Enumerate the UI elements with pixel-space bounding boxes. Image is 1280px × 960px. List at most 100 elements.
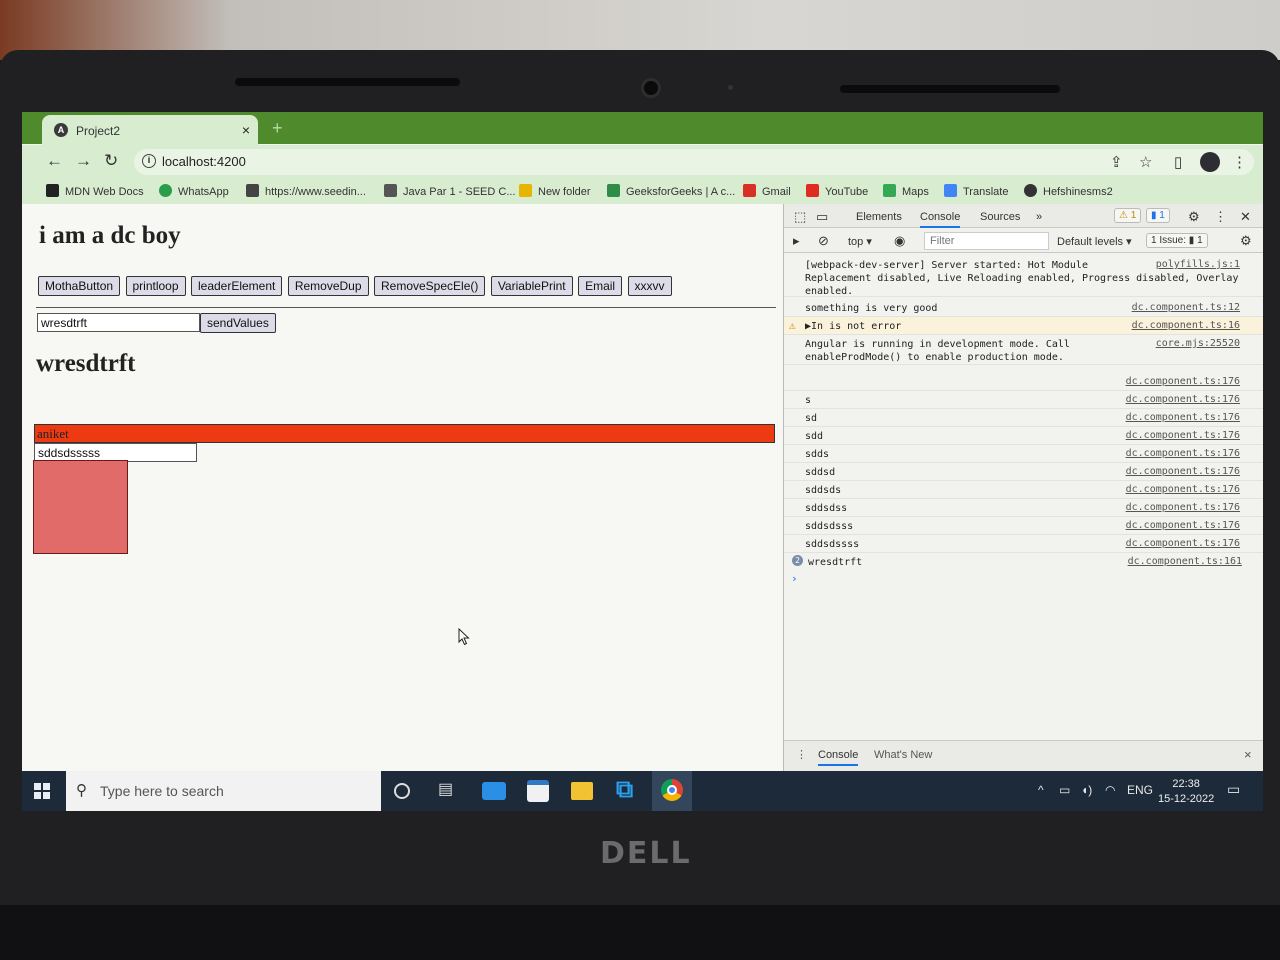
more-tabs-icon[interactable]: » xyxy=(1036,211,1042,223)
close-tab-icon[interactable]: × xyxy=(242,122,250,138)
clear-console-icon[interactable]: ⊘ xyxy=(818,233,829,249)
variable-print-button[interactable]: VariablePrint xyxy=(490,276,573,296)
chrome-taskbar-button[interactable] xyxy=(652,771,692,811)
drawer-tab-whats-new[interactable]: What's New xyxy=(874,749,932,761)
clock[interactable]: 22:38 15-12-2022 xyxy=(1158,777,1214,807)
mdn-icon xyxy=(46,184,59,197)
remove-spec-ele-button[interactable]: RemoveSpecEle() xyxy=(373,276,486,296)
source-link[interactable]: dc.component.ts:176 xyxy=(1126,412,1240,423)
source-link[interactable]: core.mjs:25520 xyxy=(1156,338,1240,349)
store-icon[interactable] xyxy=(527,780,549,802)
console-prompt[interactable]: › xyxy=(791,572,798,585)
log-levels-select[interactable]: Default levels ▾ xyxy=(1057,235,1132,248)
xxxvv-button[interactable]: xxxvv xyxy=(627,276,672,296)
share-icon[interactable]: ⇪ xyxy=(1110,153,1123,171)
drawer-tab-console[interactable]: Console xyxy=(818,749,859,766)
back-icon[interactable]: ← xyxy=(46,151,63,171)
console-message: 2 wresdtrft dc.component.ts:161 xyxy=(784,553,1263,571)
context-select[interactable]: top ▾ xyxy=(848,235,872,248)
web-page: i am a dc boy MothaButton printloop lead… xyxy=(22,204,783,771)
source-link[interactable]: dc.component.ts:176 xyxy=(1126,538,1240,549)
browser-tab[interactable]: A Project2 × xyxy=(42,115,258,145)
source-link[interactable]: polyfills.js:1 xyxy=(1156,259,1240,270)
inspect-element-icon[interactable]: ⬚ xyxy=(794,209,806,225)
console-warning[interactable]: ⚠ ▶In is not error dc.component.ts:16 xyxy=(784,317,1263,335)
cortana-icon[interactable] xyxy=(394,783,410,799)
motha-button[interactable]: MothaButton xyxy=(38,276,121,296)
console-settings-icon[interactable]: ⚙ xyxy=(1240,233,1252,249)
battery-icon[interactable]: ▭ xyxy=(1059,783,1070,797)
bookmark-java[interactable]: Java Par 1 - SEED C... xyxy=(384,184,515,198)
site-info-icon[interactable]: i xyxy=(142,154,156,168)
taskbar-search-box[interactable]: ⚲ Type here to search xyxy=(66,771,381,811)
wifi-icon[interactable]: ◠ xyxy=(1105,783,1115,797)
source-link[interactable]: dc.component.ts:176 xyxy=(1126,466,1240,477)
send-values-button[interactable]: sendValues xyxy=(200,313,276,333)
vscode-icon[interactable]: ⧉ xyxy=(616,776,640,803)
forward-icon[interactable]: → xyxy=(75,151,92,171)
profile-avatar[interactable] xyxy=(1200,152,1220,172)
leader-element-button[interactable]: leaderElement xyxy=(190,276,283,296)
remove-dup-button[interactable]: RemoveDup xyxy=(287,276,369,296)
source-link[interactable]: dc.component.ts:176 xyxy=(1126,376,1240,387)
source-link[interactable]: dc.component.ts:176 xyxy=(1126,520,1240,531)
drawer-close-icon[interactable]: × xyxy=(1244,747,1252,762)
source-link[interactable]: dc.component.ts:12 xyxy=(1132,302,1240,313)
show-hidden-icons-icon[interactable]: ^ xyxy=(1038,783,1044,797)
bookmark-whatsapp[interactable]: WhatsApp xyxy=(159,184,229,198)
bookmark-new-folder[interactable]: New folder xyxy=(519,184,591,198)
bookmark-mdn[interactable]: MDN Web Docs xyxy=(46,184,144,198)
tab-elements[interactable]: Elements xyxy=(856,211,902,223)
windows-taskbar: ⚲ Type here to search ▤ ⧉ ^ ▭ ◖) ◠ ENG 2… xyxy=(22,771,1263,811)
source-link[interactable]: dc.component.ts:176 xyxy=(1126,502,1240,513)
bookmark-youtube[interactable]: YouTube xyxy=(806,184,868,198)
console-filter-input[interactable] xyxy=(924,232,1049,250)
source-link[interactable]: dc.component.ts:176 xyxy=(1126,484,1240,495)
bookmark-gmail[interactable]: Gmail xyxy=(743,184,791,198)
new-tab-icon[interactable]: + xyxy=(272,118,283,139)
bookmark-seedin[interactable]: https://www.seedin... xyxy=(246,184,366,198)
bookmark-hefshinesms2[interactable]: Hefshinesms2 xyxy=(1024,184,1113,198)
file-explorer-icon[interactable] xyxy=(571,782,593,800)
volume-icon[interactable]: ◖) xyxy=(1081,783,1092,797)
settings-gear-icon[interactable]: ⚙ xyxy=(1188,209,1200,225)
device-toolbar-icon[interactable]: ▭ xyxy=(816,209,828,225)
console-toolbar: ▸ ⊘ top ▾ ◉ Default levels ▾ 1 Issue: ▮ … xyxy=(784,229,1263,253)
mail-icon[interactable] xyxy=(482,782,506,800)
tab-console[interactable]: Console xyxy=(920,211,961,228)
live-expression-eye-icon[interactable]: ◉ xyxy=(894,233,905,249)
menu-kebab-icon[interactable]: ⋮ xyxy=(1232,153,1247,171)
warning-icon: ⚠ xyxy=(789,319,796,332)
warning-badge[interactable]: ⚠ 1 xyxy=(1114,208,1142,223)
side-panel-icon[interactable]: ▯ xyxy=(1174,153,1182,171)
bookmark-star-icon[interactable]: ☆ xyxy=(1139,153,1152,171)
source-link[interactable]: dc.component.ts:176 xyxy=(1126,394,1240,405)
close-devtools-icon[interactable]: ✕ xyxy=(1240,209,1251,225)
task-view-icon[interactable]: ▤ xyxy=(438,779,462,803)
translate-icon xyxy=(944,184,957,197)
windows-start-icon[interactable] xyxy=(34,783,50,799)
source-link[interactable]: dc.component.ts:16 xyxy=(1132,320,1240,331)
sidebar-toggle-icon[interactable]: ▸ xyxy=(793,233,800,249)
folder-icon xyxy=(519,184,532,197)
drawer-menu-icon[interactable]: ⋮ xyxy=(796,748,807,761)
issues-badge[interactable]: 1 Issue: ▮ 1 xyxy=(1146,233,1208,248)
bookmark-maps[interactable]: Maps xyxy=(883,184,929,198)
message-badge[interactable]: ▮ 1 xyxy=(1146,208,1170,223)
source-link[interactable]: dc.component.ts:176 xyxy=(1126,430,1240,441)
printloop-button[interactable]: printloop xyxy=(125,276,186,296)
bookmark-geeksforgeeks[interactable]: GeeksforGeeks | A c... xyxy=(607,184,735,198)
notification-icon[interactable]: ▭ xyxy=(1227,781,1240,798)
home-icon xyxy=(384,184,397,197)
address-bar[interactable]: i localhost:4200 xyxy=(134,149,1254,175)
tab-sources[interactable]: Sources xyxy=(980,211,1020,223)
value-input[interactable] xyxy=(37,313,200,332)
reload-icon[interactable]: ↻ xyxy=(104,151,118,171)
devtools-menu-icon[interactable]: ⋮ xyxy=(1214,209,1227,225)
source-link[interactable]: dc.component.ts:161 xyxy=(1128,556,1242,567)
language-indicator[interactable]: ENG xyxy=(1127,783,1153,797)
source-link[interactable]: dc.component.ts:176 xyxy=(1126,448,1240,459)
email-button[interactable]: Email xyxy=(578,276,623,296)
bookmark-translate[interactable]: Translate xyxy=(944,184,1008,198)
tab-title: Project2 xyxy=(76,124,121,138)
